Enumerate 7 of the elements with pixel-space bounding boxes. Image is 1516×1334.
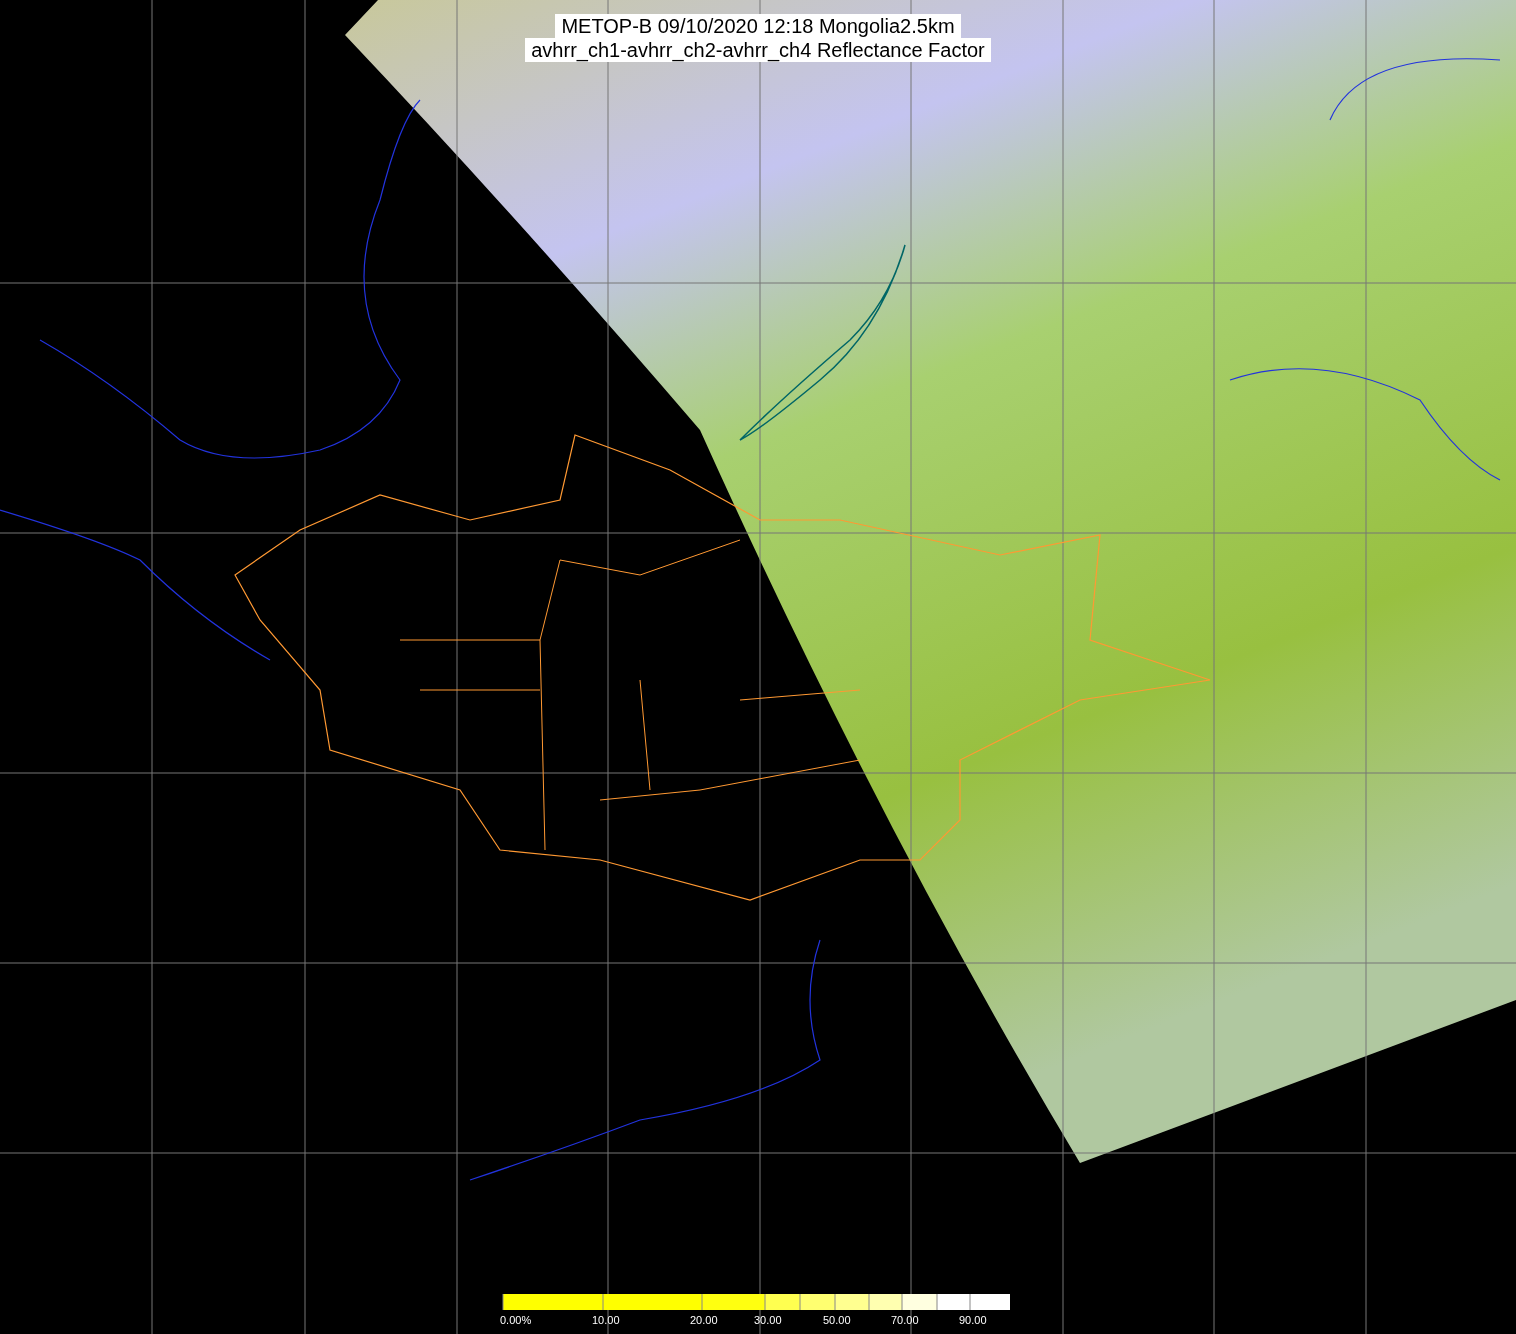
scale-label: 30.00 (754, 1313, 782, 1327)
scale-label: 90.00 (959, 1313, 987, 1327)
scale-label: 10.00 (592, 1313, 620, 1327)
scale-label: 0.00% (500, 1313, 532, 1327)
scale-label: 20.00 (690, 1313, 718, 1327)
scale-label: 70.00 (891, 1313, 919, 1327)
scale-label: 50.00 (823, 1313, 851, 1327)
